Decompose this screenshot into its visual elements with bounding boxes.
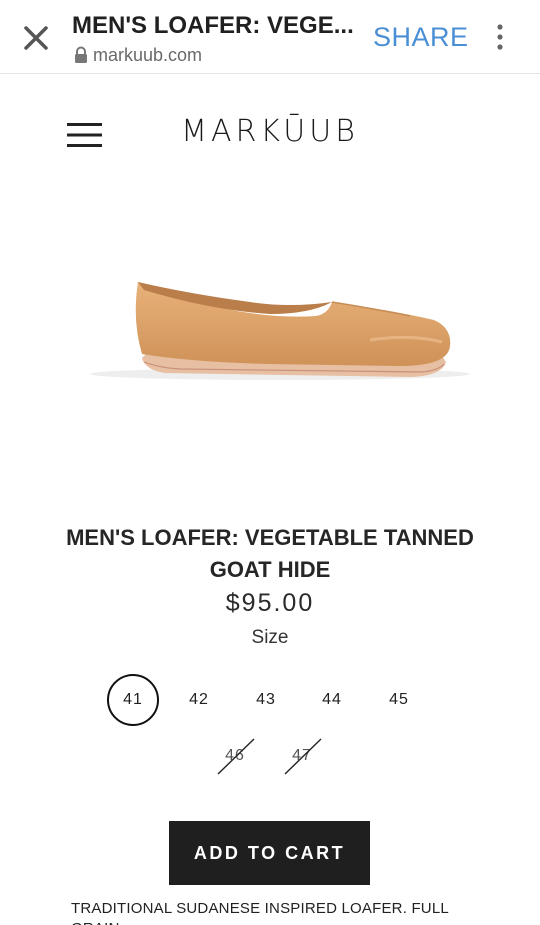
- size-option-label: 45: [389, 691, 409, 708]
- size-option-label: 43: [256, 691, 276, 708]
- more-vertical-icon[interactable]: [490, 22, 510, 52]
- size-option-41[interactable]: 41: [107, 674, 159, 726]
- url-display: markuub.com: [74, 44, 202, 66]
- size-label: Size: [251, 627, 289, 648]
- product-title: MEN'S LOAFER: VEGETABLE TANNED GOAT HIDE: [66, 525, 474, 582]
- size-option-label: 44: [322, 691, 342, 708]
- size-option-label: 41: [123, 691, 143, 708]
- size-option-42[interactable]: 42: [173, 674, 225, 726]
- size-option-46-unavailable: 46: [209, 730, 261, 782]
- size-option-44[interactable]: 44: [306, 674, 358, 726]
- browser-toolbar: MEN'S LOAFER: VEGE... markuub.com SHARE: [0, 0, 540, 74]
- page-title: MEN'S LOAFER: VEGE...: [72, 12, 354, 39]
- size-option-label: 42: [189, 691, 209, 708]
- size-option-43[interactable]: 43: [240, 674, 292, 726]
- share-button[interactable]: SHARE: [373, 22, 469, 53]
- add-to-cart-button[interactable]: ADD TO CART: [169, 821, 370, 885]
- size-option-47-unavailable: 47: [276, 730, 328, 782]
- product-price: $95.00: [225, 589, 315, 617]
- url-text: markuub.com: [93, 44, 203, 65]
- lock-icon: [74, 46, 88, 64]
- strikethrough-icon: [284, 738, 322, 775]
- brand-logo[interactable]: MARKŪUB: [150, 114, 390, 154]
- hamburger-menu-icon[interactable]: [66, 121, 104, 149]
- size-option-45[interactable]: 45: [373, 674, 425, 726]
- close-icon[interactable]: [20, 22, 52, 54]
- product-image: [70, 250, 470, 400]
- strikethrough-icon: [217, 738, 255, 775]
- product-description: TRADITIONAL SUDANESE INSPIRED LOAFER. FU…: [71, 900, 449, 925]
